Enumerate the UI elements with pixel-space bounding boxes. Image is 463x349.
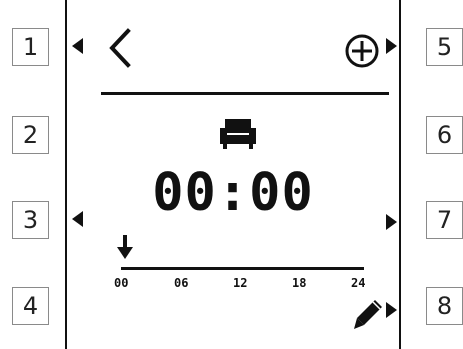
key-8[interactable]: 8 — [426, 287, 463, 325]
down-arrow-icon — [117, 235, 133, 259]
key-3[interactable]: 3 — [12, 201, 49, 239]
right-pointer-5-icon — [386, 38, 397, 54]
timeline-tick-00: 00 — [114, 276, 129, 290]
timeline-tick-18: 18 — [292, 276, 307, 290]
timeline-tick-24: 24 — [351, 276, 366, 290]
key-6[interactable]: 6 — [426, 116, 463, 154]
key-7[interactable]: 7 — [426, 201, 463, 239]
header-divider — [101, 92, 389, 95]
sofa-icon — [220, 119, 256, 149]
right-pointer-8-icon — [386, 302, 397, 318]
key-4[interactable]: 4 — [12, 287, 49, 325]
time-display: 00:00 — [152, 163, 314, 223]
left-pointer-1-icon — [72, 38, 83, 54]
device-panel: 1 2 3 4 5 6 7 8 00:00 00 06 12 18 24 — [0, 0, 463, 349]
circle-plus-icon[interactable] — [344, 33, 380, 69]
key-2[interactable]: 2 — [12, 116, 49, 154]
key-1[interactable]: 1 — [12, 28, 49, 66]
key-5[interactable]: 5 — [426, 28, 463, 66]
timeline-tick-12: 12 — [233, 276, 248, 290]
display-screen: 00:00 00 06 12 18 24 — [65, 0, 401, 349]
chevron-left-icon[interactable] — [107, 28, 133, 68]
timeline-tick-06: 06 — [174, 276, 189, 290]
timeline-axis — [121, 267, 364, 270]
pencil-icon[interactable] — [353, 298, 383, 330]
